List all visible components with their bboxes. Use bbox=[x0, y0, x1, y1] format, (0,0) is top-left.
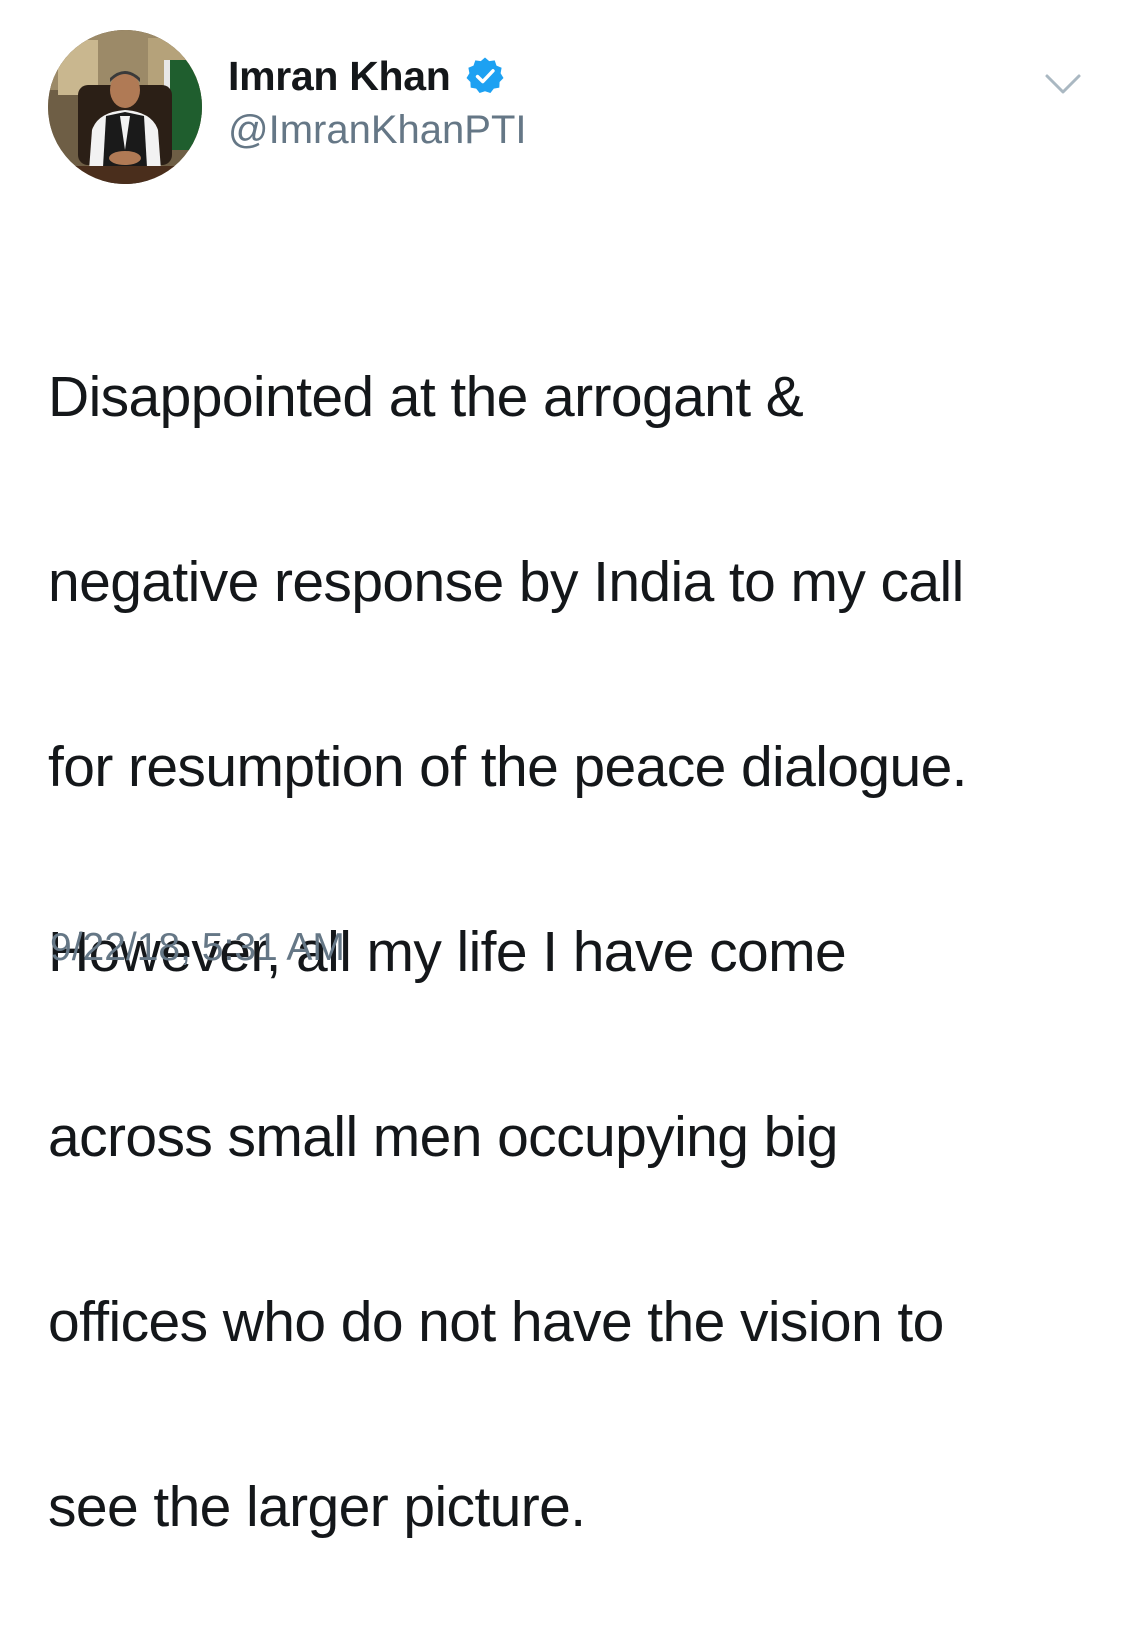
tweet-timestamp[interactable]: 9/22/18, 5:31 AM bbox=[50, 926, 345, 970]
chevron-down-icon[interactable] bbox=[1044, 72, 1082, 98]
tweet-card: Imran Khan @ImranKhanPTI Disappointed at… bbox=[0, 0, 1125, 1539]
tweet-text-line: for resumption of the peace dialogue. bbox=[48, 734, 968, 799]
tweet-text-line: negative response by India to my call bbox=[48, 549, 964, 614]
user-handle[interactable]: @ImranKhanPTI bbox=[228, 108, 527, 153]
author-name-row[interactable]: Imran Khan bbox=[228, 50, 505, 102]
verified-badge-icon bbox=[465, 56, 505, 96]
display-name[interactable]: Imran Khan bbox=[228, 53, 451, 100]
tweet-text-line: Disappointed at the arrogant & bbox=[48, 364, 804, 429]
tweet-text-line: across small men occupying big bbox=[48, 1104, 838, 1169]
tweet-text-line: offices who do not have the vision to bbox=[48, 1289, 944, 1354]
tweet-text-line: see the larger picture. bbox=[48, 1474, 586, 1539]
avatar-image bbox=[48, 30, 202, 184]
avatar[interactable] bbox=[48, 30, 202, 184]
